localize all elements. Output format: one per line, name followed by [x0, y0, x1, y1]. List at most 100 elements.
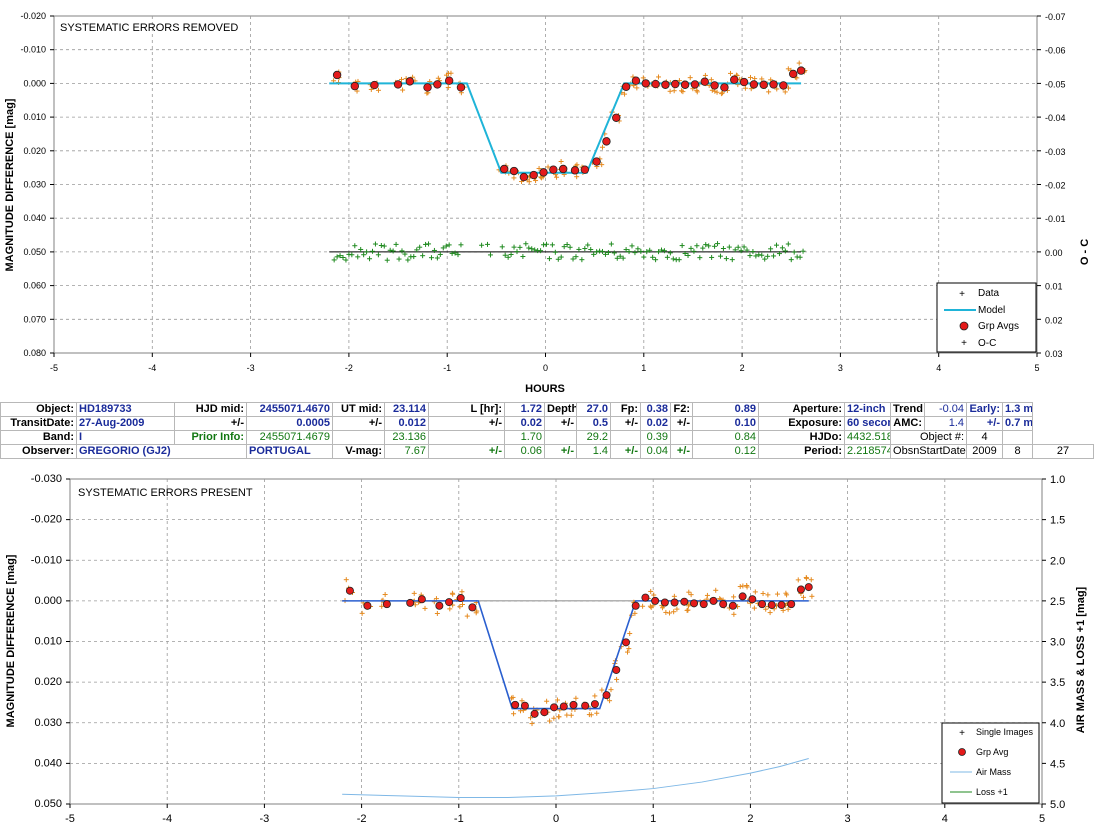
y2-tick-label: -0.06	[1045, 46, 1066, 56]
single-image-point	[708, 598, 714, 604]
transit-date-value: 27-Aug-2009	[76, 416, 175, 431]
single-image-point	[744, 584, 750, 590]
transit-date-label: TransitDate:	[0, 416, 77, 431]
x-tick-label: 1	[650, 813, 656, 825]
f2-value: 0.89	[692, 402, 760, 417]
single-image-point	[612, 660, 618, 666]
y2-tick-label: 2.5	[1050, 596, 1065, 608]
grp-avg-point-bottom	[641, 593, 650, 602]
grp-avg-point	[444, 76, 454, 85]
y2-axis-label-top: O - C	[1079, 239, 1091, 265]
single-image-point	[647, 603, 653, 609]
x-tick-label: 5	[1039, 813, 1045, 825]
single-image-point	[798, 591, 804, 597]
grp-avg-point	[796, 66, 806, 75]
grp-avg-point	[680, 80, 690, 89]
single-image-point	[763, 606, 769, 612]
y-tick-label: 0.030	[23, 180, 46, 190]
single-image-point	[517, 708, 523, 714]
single-image-point	[411, 590, 417, 596]
y-tick-label: 0.050	[23, 247, 46, 257]
depth-value: 27.0	[576, 402, 612, 417]
vmag-label: V-mag:	[332, 444, 385, 459]
grp-avg-point	[549, 165, 558, 174]
grp-avg-point-bottom	[796, 585, 805, 594]
single-image-point	[364, 604, 370, 610]
grp-avg-point	[558, 164, 568, 174]
single-image-point	[585, 703, 591, 709]
exposure-value: 60 seconds	[844, 416, 892, 431]
single-image-point	[586, 712, 592, 718]
prior-depth-value: 29.2	[576, 430, 612, 445]
trend-label: Trend:	[890, 402, 926, 417]
y2-tick-label: 1.0	[1050, 474, 1065, 486]
single-image-point	[765, 592, 771, 598]
single-image-point	[607, 698, 613, 704]
single-image-point	[551, 715, 557, 721]
grp-avg-point	[433, 80, 442, 89]
single-image-point	[626, 646, 632, 652]
grp-avg-point-bottom	[758, 600, 767, 609]
depth-label: Depth:	[544, 402, 578, 417]
single-image-point	[691, 600, 697, 606]
single-image-point	[799, 585, 805, 591]
single-image-point	[592, 693, 598, 699]
single-image-point	[618, 644, 624, 650]
grp-avg-point	[519, 172, 529, 182]
single-image-point	[674, 606, 680, 612]
single-image-point	[382, 592, 388, 598]
grp-avg-point	[789, 69, 798, 79]
trend-value: -0.04	[924, 402, 968, 417]
single-image-point	[717, 596, 723, 602]
single-image-point	[569, 706, 575, 712]
prior-info-label: Prior Info:	[174, 430, 247, 445]
grp-avg-point-bottom	[468, 603, 477, 612]
single-image-point	[564, 712, 570, 718]
grp-avg-point	[509, 166, 519, 176]
y-tick-label: 0.060	[23, 281, 46, 291]
prior-empty-3	[544, 430, 578, 445]
single-image-point	[795, 577, 801, 583]
single-image-point	[450, 591, 456, 597]
y2-tick-label: -0.01	[1045, 214, 1066, 224]
y-tick-label: 0.000	[23, 78, 46, 88]
prior-length-value: 1.70	[504, 430, 546, 445]
prior-f2-value: 0.84	[692, 430, 760, 445]
single-image-point	[659, 605, 665, 611]
legend-data-marker: +	[959, 289, 965, 300]
single-image-point	[593, 700, 599, 706]
single-image-point	[521, 701, 527, 707]
info-row-3: Band: I Prior Info: 2455071.4679 23.136 …	[0, 430, 1094, 445]
prior-empty-1	[332, 430, 385, 445]
single-image-point	[650, 603, 656, 609]
early-err-label: +/-	[966, 416, 1004, 431]
legend-single-images-label: Single Images	[976, 727, 1034, 737]
grp-avg-point-bottom	[804, 583, 813, 592]
obs-start-year: 2009	[966, 444, 1004, 459]
single-image-point	[460, 601, 466, 607]
single-image-point	[726, 605, 732, 611]
grp-avg-point-bottom	[777, 600, 786, 609]
aperture-value: 12-inch	[844, 402, 892, 417]
y-tick-label: 0.040	[34, 757, 62, 769]
x-tick-label: -1	[443, 363, 451, 373]
x-tick-label: -4	[148, 363, 156, 373]
legend-grp-marker	[959, 321, 969, 331]
single-image-point	[651, 592, 657, 598]
grp-avg-point	[671, 79, 680, 89]
vmag-err-value: 0.06	[504, 444, 546, 459]
single-image-point	[568, 712, 574, 718]
object-number-label: Object #:	[890, 430, 968, 445]
single-image-point	[785, 606, 791, 612]
single-image-point	[608, 687, 614, 693]
legend-grp-avg-marker	[958, 748, 966, 756]
grp-avg-point	[661, 80, 670, 89]
single-image-point	[531, 706, 537, 712]
fp-label: Fp:	[610, 402, 642, 417]
marks-bottom	[342, 575, 815, 798]
grp-avg-point-bottom	[382, 600, 391, 609]
prior-fp-value: 0.39	[640, 430, 672, 445]
single-image-point	[747, 600, 753, 606]
single-image-point	[663, 609, 669, 615]
single-image-point	[415, 599, 421, 605]
